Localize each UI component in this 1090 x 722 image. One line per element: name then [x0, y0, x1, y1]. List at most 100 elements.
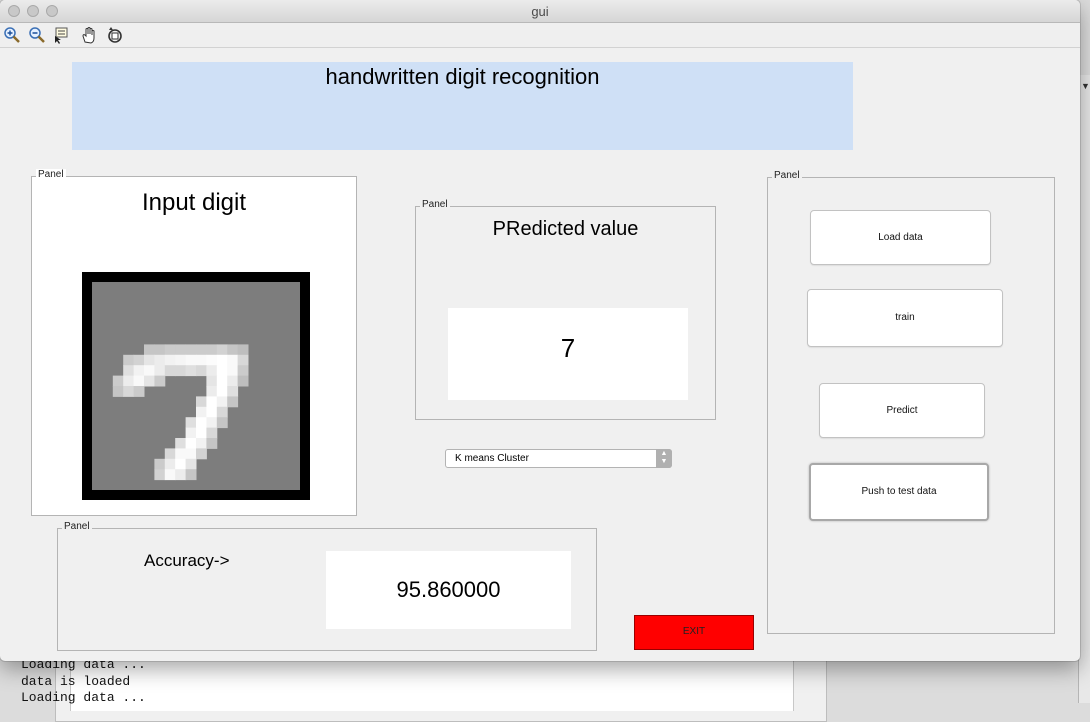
- digit-pixel: [133, 386, 145, 397]
- digit-pixel: [164, 365, 176, 377]
- figure-toolbar: [0, 23, 1080, 48]
- select-arrows-icon[interactable]: ▲ ▼: [656, 449, 672, 468]
- digit-pixel: [164, 354, 176, 366]
- digit-pixel: [112, 375, 124, 387]
- method-select[interactable]: K means Cluster ▲ ▼: [445, 449, 672, 468]
- digit-pixel: [175, 344, 187, 356]
- digit-pixel: [216, 417, 228, 429]
- digit-pixel: [196, 396, 207, 408]
- digit-pixel: [175, 354, 187, 366]
- digit-pixel: [175, 458, 187, 470]
- predicted-value-title: PRedicted value: [492, 218, 639, 240]
- window-title: gui: [531, 4, 549, 19]
- digit-pixel: [154, 469, 166, 481]
- digit-pixel: [196, 406, 207, 418]
- digit-pixel: [237, 354, 249, 366]
- digit-pixel: [185, 438, 197, 449]
- digit-pixel: [144, 365, 155, 377]
- digit-pixel: [227, 365, 239, 377]
- digit-pixel: [227, 396, 239, 408]
- zoom-in-icon[interactable]: [3, 26, 21, 44]
- predicted-value-panel: Panel PRedicted value 7: [415, 199, 716, 420]
- digit-pixel: [144, 375, 155, 387]
- digit-pixel: [185, 354, 197, 366]
- digit-pixel: [185, 344, 197, 356]
- predicted-value-display: 7: [448, 308, 688, 400]
- title-banner: handwritten digit recognition: [72, 62, 853, 150]
- digit-pixel: [216, 396, 228, 408]
- digit-image: [92, 282, 300, 490]
- digit-pixel: [216, 344, 228, 356]
- digit-pixel: [175, 469, 187, 481]
- zoom-out-icon[interactable]: [28, 26, 46, 44]
- digit-image-axes: [82, 272, 310, 500]
- digit-pixel: [196, 344, 207, 356]
- input-digit-title: Input digit: [141, 189, 247, 216]
- panel-label: Panel: [36, 169, 66, 180]
- digit-pixel: [123, 365, 135, 377]
- digit-pixel: [227, 354, 239, 366]
- digit-pixel: [237, 365, 249, 377]
- digit-pixel: [196, 365, 207, 377]
- console-output: Loading data ... data is loaded Loading …: [21, 657, 146, 707]
- predict-button[interactable]: Predict: [819, 383, 985, 438]
- accuracy-label: Accuracy->: [144, 551, 230, 570]
- digit-pixel: [206, 396, 218, 408]
- title-bar: gui: [0, 0, 1080, 23]
- console-line: data is loaded: [21, 673, 131, 689]
- digit-pixel: [185, 448, 197, 460]
- digit-pixel: [154, 365, 166, 377]
- digit-pixel: [164, 458, 176, 470]
- digit-pixel: [206, 344, 218, 356]
- digit-pixel: [123, 386, 135, 397]
- push-to-test-data-button[interactable]: Push to test data: [809, 463, 989, 521]
- digit-pixel: [196, 438, 207, 449]
- digit-pixel: [216, 406, 228, 418]
- rotate-3d-icon[interactable]: [106, 26, 124, 44]
- digit-pixel: [175, 365, 187, 377]
- accuracy-value-display: 95.860000: [326, 551, 571, 629]
- digit-pixel: [133, 375, 145, 387]
- digit-pixel: [196, 354, 207, 366]
- digit-pixel: [206, 417, 218, 429]
- digit-pixel: [123, 354, 135, 366]
- digit-pixel: [206, 406, 218, 418]
- digit-pixel: [227, 344, 239, 356]
- accuracy-panel: Panel Accuracy-> 95.860000: [57, 521, 597, 651]
- data-cursor-icon[interactable]: [53, 26, 71, 44]
- digit-pixel: [175, 448, 187, 460]
- digit-pixel: [196, 417, 207, 429]
- digit-pixel: [206, 438, 218, 449]
- digit-pixel: [185, 417, 197, 429]
- digit-pixel: [185, 427, 197, 439]
- digit-pixel: [133, 365, 145, 377]
- input-digit-panel: Panel Input digit: [31, 169, 357, 516]
- digit-pixel: [206, 354, 218, 366]
- digit-pixel: [185, 458, 197, 470]
- train-button[interactable]: train: [807, 289, 1003, 347]
- digit-pixel: [185, 365, 197, 377]
- digit-pixel: [164, 469, 176, 481]
- method-select-value: K means Cluster: [455, 453, 529, 464]
- digit-pixel: [206, 386, 218, 397]
- pan-hand-icon[interactable]: [80, 26, 98, 44]
- digit-pixel: [123, 375, 135, 387]
- digit-pixel: [196, 427, 207, 439]
- load-data-button[interactable]: Load data: [810, 210, 991, 265]
- digit-pixel: [154, 375, 166, 387]
- digit-pixel: [206, 365, 218, 377]
- exit-button[interactable]: EXIT: [634, 615, 754, 650]
- digit-pixel: [216, 354, 228, 366]
- gui-window: gui handwritten digit recognition Panel …: [0, 0, 1080, 661]
- digit-pixel: [206, 375, 218, 387]
- panel-label: Panel: [62, 521, 92, 532]
- digit-pixel: [216, 365, 228, 377]
- digit-pixel: [133, 354, 145, 366]
- digit-pixel: [154, 344, 166, 356]
- digit-pixel: [164, 448, 176, 460]
- digit-pixel: [144, 354, 155, 366]
- digit-pixel: [227, 375, 239, 387]
- digit-pixel: [237, 375, 249, 387]
- app-title: handwritten digit recognition: [325, 64, 600, 89]
- digit-pixel: [144, 344, 155, 356]
